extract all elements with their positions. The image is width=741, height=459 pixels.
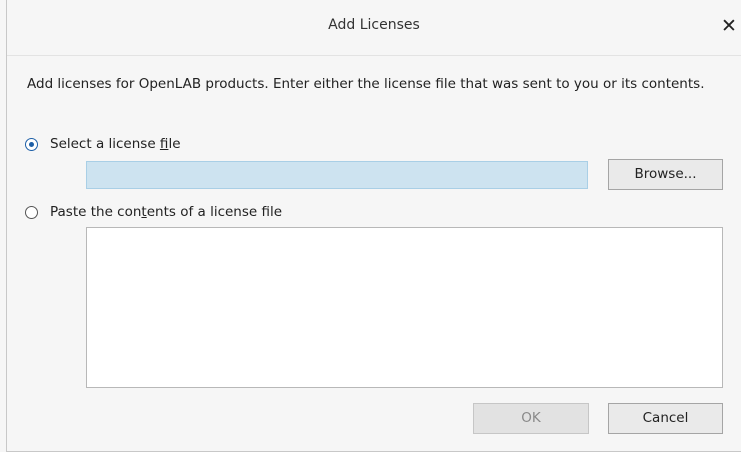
cancel-button[interactable]: Cancel bbox=[608, 403, 723, 434]
dialog-title: Add Licenses bbox=[328, 17, 420, 33]
select-license-file-option[interactable]: Select a license file bbox=[25, 136, 181, 152]
select-license-file-radio[interactable] bbox=[25, 137, 38, 151]
background-below-dialog bbox=[0, 452, 741, 459]
browse-button[interactable]: Browse... bbox=[608, 159, 723, 190]
close-button[interactable]: ✕ bbox=[717, 13, 741, 39]
license-contents-textarea[interactable] bbox=[86, 227, 723, 388]
paste-license-contents-option[interactable]: Paste the contents of a license file bbox=[25, 204, 282, 220]
dialog-left-border bbox=[6, 0, 7, 452]
paste-license-contents-radio[interactable] bbox=[25, 205, 38, 219]
close-icon: ✕ bbox=[721, 15, 737, 37]
paste-license-contents-label: Paste the contents of a license file bbox=[50, 204, 283, 220]
select-license-file-label: Select a license file bbox=[50, 136, 181, 152]
license-file-path-input[interactable] bbox=[86, 161, 588, 189]
add-licenses-dialog: Add Licenses ✕ Add licenses for OpenLAB … bbox=[0, 0, 741, 459]
dialog-description: Add licenses for OpenLAB products. Enter… bbox=[27, 76, 705, 92]
dialog-titlebar: Add Licenses bbox=[7, 0, 741, 56]
ok-button[interactable]: OK bbox=[473, 403, 589, 434]
